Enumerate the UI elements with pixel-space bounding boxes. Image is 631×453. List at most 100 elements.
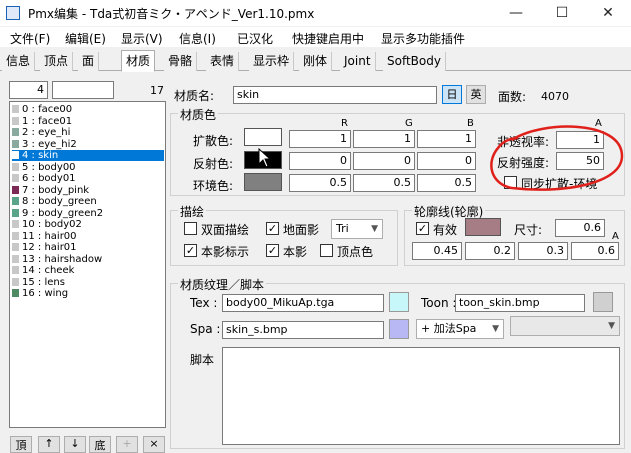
- edge-enabled-checkbox[interactable]: ✓: [416, 222, 429, 235]
- list-item[interactable]: 0 : face00: [12, 104, 72, 115]
- menu-shortcuts[interactable]: 快捷键启用中: [292, 30, 364, 47]
- list-item[interactable]: 3 : eye_hi2: [12, 139, 77, 150]
- tex-browse-button[interactable]: [389, 292, 409, 312]
- specular-b[interactable]: 0: [417, 152, 476, 170]
- script-textarea[interactable]: [222, 347, 620, 445]
- tab-joint[interactable]: Joint: [340, 52, 376, 71]
- index-input[interactable]: 4: [9, 81, 48, 99]
- list-item[interactable]: 2 : eye_hi: [12, 127, 70, 138]
- lang-jp-button[interactable]: 日: [442, 85, 462, 104]
- edge-b[interactable]: 0.3: [518, 242, 568, 260]
- edge-color-swatch[interactable]: [465, 218, 501, 236]
- toon-input[interactable]: toon_skin.bmp: [455, 294, 585, 312]
- toon-preset-dropdown[interactable]: ▼: [510, 316, 620, 336]
- spa-input[interactable]: skin_s.bmp: [222, 321, 384, 339]
- menu-view[interactable]: 显示(V): [121, 30, 163, 47]
- list-item[interactable]: 4 : skin: [12, 150, 164, 161]
- list-item[interactable]: 13 : hairshadow: [12, 254, 102, 265]
- material-color-swatch: [12, 277, 19, 286]
- minimize-button[interactable]: —: [493, 0, 539, 26]
- self-shadow-map-checkbox[interactable]: ✓: [184, 244, 197, 257]
- chevron-down-icon: ▼: [492, 324, 499, 334]
- list-item[interactable]: 7 : body_pink: [12, 185, 89, 196]
- move-bottom-button[interactable]: 底: [89, 436, 111, 453]
- menu-info[interactable]: 信息(I): [179, 30, 216, 47]
- ground-shadow-checkbox[interactable]: ✓: [266, 222, 279, 235]
- diffuse-r[interactable]: 1: [289, 130, 351, 148]
- spa-mode-dropdown[interactable]: + 加法Spa ▼: [416, 319, 504, 339]
- edge-a[interactable]: 0.6: [571, 242, 619, 260]
- list-item[interactable]: 14 : cheek: [12, 265, 74, 276]
- move-down-button[interactable]: ↓: [64, 436, 86, 453]
- list-item[interactable]: 11 : hair00: [12, 231, 77, 242]
- move-up-button[interactable]: ↑: [38, 436, 60, 453]
- list-item[interactable]: 6 : body01: [12, 173, 76, 184]
- double-side-checkbox[interactable]: [184, 222, 197, 235]
- material-list[interactable]: 0 : face00 1 : face01 2 : eye_hi 3 : eye_hi…: [9, 101, 166, 428]
- ambient-b[interactable]: 0.5: [417, 174, 476, 192]
- material-name-input[interactable]: skin: [233, 86, 437, 104]
- self-shadow-checkbox[interactable]: ✓: [266, 244, 279, 257]
- tab-info[interactable]: 信息: [2, 52, 36, 71]
- lang-en-button[interactable]: 英: [466, 85, 486, 104]
- tab-vertex[interactable]: 顶点: [40, 52, 74, 71]
- material-color-swatch: [12, 174, 19, 182]
- spa-browse-button[interactable]: [389, 319, 409, 339]
- menu-plugins[interactable]: 显示多功能插件: [381, 30, 465, 47]
- list-item[interactable]: 16 : wing: [12, 288, 68, 299]
- tex-label: Tex :: [190, 296, 218, 310]
- menu-file[interactable]: 文件(F): [10, 30, 50, 47]
- close-button[interactable]: ✕: [585, 0, 631, 26]
- move-top-button[interactable]: 頂: [10, 436, 32, 453]
- maximize-button[interactable]: ☐: [539, 0, 585, 26]
- tab-softbody[interactable]: SoftBody: [383, 52, 446, 71]
- chevron-down-icon: ▼: [371, 224, 378, 234]
- tab-rigid-body[interactable]: 刚体: [299, 52, 333, 71]
- tab-face[interactable]: 面: [78, 52, 100, 71]
- list-item-label: 6 : body01: [22, 173, 76, 184]
- toon-browse-button[interactable]: [593, 292, 613, 312]
- ambient-g[interactable]: 0.5: [353, 174, 415, 192]
- edge-r[interactable]: 0.45: [412, 242, 462, 260]
- spa-mode-value: + 加法Spa: [421, 322, 477, 335]
- edge-a-label: A: [612, 231, 619, 242]
- list-item[interactable]: 9 : body_green2: [12, 208, 103, 219]
- list-item-label: 14 : cheek: [22, 265, 75, 276]
- list-item[interactable]: 5 : body00: [12, 162, 76, 173]
- diffuse-b[interactable]: 1: [417, 130, 476, 148]
- ambient-swatch[interactable]: [244, 173, 282, 191]
- tab-bone[interactable]: 骨骼: [164, 52, 198, 71]
- search-input[interactable]: [52, 81, 114, 99]
- menu-localized[interactable]: 已汉化: [237, 30, 273, 47]
- menu-edit[interactable]: 编辑(E): [65, 30, 106, 47]
- list-item[interactable]: 8 : body_green: [12, 196, 97, 207]
- list-item[interactable]: 10 : body02: [12, 219, 82, 230]
- material-color-swatch: [12, 105, 19, 113]
- list-item-label: 2 : eye_hi: [22, 127, 71, 138]
- list-item-label: 13 : hairshadow: [22, 253, 103, 265]
- material-color-title: 材质色: [178, 106, 219, 123]
- diffuse-swatch[interactable]: [244, 128, 282, 146]
- list-item-label: 7 : body_pink: [22, 184, 90, 196]
- mouse-cursor-icon: [258, 148, 272, 168]
- ambient-r[interactable]: 0.5: [289, 174, 351, 192]
- list-item-label: 8 : body_green: [22, 196, 97, 207]
- vertex-color-checkbox[interactable]: [320, 244, 333, 257]
- add-button[interactable]: +: [116, 436, 138, 453]
- list-item-label: 5 : body00: [22, 161, 76, 173]
- edge-g[interactable]: 0.2: [465, 242, 515, 260]
- edge-size-input[interactable]: 0.6: [555, 219, 605, 237]
- tab-morph[interactable]: 表情: [206, 52, 240, 71]
- tab-material[interactable]: 材质: [121, 50, 156, 72]
- draw-group-title: 描绘: [178, 203, 207, 220]
- diffuse-g[interactable]: 1: [353, 130, 415, 148]
- tex-input[interactable]: body00_MikuAp.tga: [222, 294, 384, 312]
- specular-g[interactable]: 0: [353, 152, 415, 170]
- draw-mode-dropdown[interactable]: Tri ▼: [331, 219, 383, 239]
- delete-button[interactable]: ×: [143, 436, 165, 453]
- specular-r[interactable]: 0: [289, 152, 351, 170]
- list-item[interactable]: 12 : hair01: [12, 242, 77, 253]
- list-item[interactable]: 15 : lens: [12, 277, 65, 288]
- tab-display-frame[interactable]: 显示枠: [249, 52, 295, 71]
- list-item[interactable]: 1 : face01: [12, 116, 72, 127]
